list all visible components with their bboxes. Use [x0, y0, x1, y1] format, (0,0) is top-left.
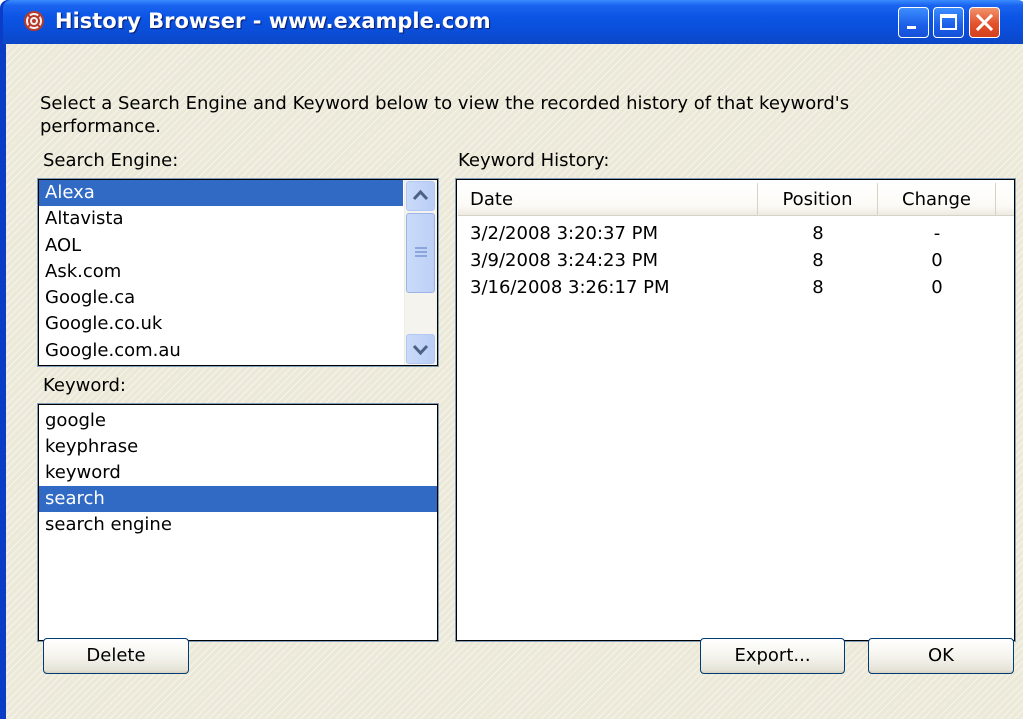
- scroll-down-icon: [412, 344, 429, 356]
- table-row[interactable]: 3/2/2008 3:20:37 PM 8 -: [457, 220, 1014, 247]
- close-button[interactable]: [969, 7, 1000, 38]
- search-engine-scrollbar[interactable]: [404, 180, 437, 365]
- keyword-item[interactable]: search: [39, 486, 437, 512]
- cell-position: 8: [812, 250, 824, 271]
- scroll-grip-icon: [415, 247, 427, 259]
- maximize-icon: [940, 14, 957, 30]
- keyword-list[interactable]: google keyphrase keyword search search e…: [37, 403, 439, 642]
- column-header-change[interactable]: Change: [878, 183, 996, 216]
- search-engine-label: Search Engine:: [43, 150, 179, 171]
- search-engine-item[interactable]: Google.co.uk: [39, 311, 403, 337]
- ok-button[interactable]: OK: [868, 638, 1014, 674]
- cell-change: -: [933, 223, 941, 244]
- cell-position: 8: [812, 223, 824, 244]
- minimize-icon: [907, 26, 916, 29]
- minimize-button[interactable]: [898, 7, 929, 38]
- keyword-history-table[interactable]: Date Position Change 3/2/2008 3:20:37 PM…: [455, 178, 1016, 642]
- search-engine-item[interactable]: Google.ca: [39, 285, 403, 311]
- cell-date: 3/9/2008 3:24:23 PM: [470, 250, 659, 271]
- keyword-item[interactable]: keyword: [39, 460, 437, 486]
- cell-date: 3/16/2008 3:26:17 PM: [470, 277, 670, 298]
- keyword-history-label: Keyword History:: [458, 150, 610, 171]
- export-button[interactable]: Export...: [700, 638, 845, 674]
- scroll-thumb[interactable]: [406, 213, 435, 293]
- window-title: History Browser - www.example.com: [55, 9, 491, 33]
- search-engine-item[interactable]: Ask.com: [39, 259, 403, 285]
- column-header-position[interactable]: Position: [758, 183, 878, 216]
- column-header-filler: [996, 183, 1014, 216]
- close-icon: [975, 13, 994, 32]
- cell-change: 0: [931, 277, 943, 298]
- keyword-item[interactable]: keyphrase: [39, 434, 437, 460]
- table-row[interactable]: 3/9/2008 3:24:23 PM 8 0: [457, 247, 1014, 274]
- scroll-up-icon: [412, 189, 429, 201]
- cell-date: 3/2/2008 3:20:37 PM: [470, 223, 659, 244]
- scroll-down-button[interactable]: [406, 334, 435, 364]
- keyword-label: Keyword:: [43, 375, 126, 396]
- title-bar[interactable]: History Browser - www.example.com: [3, 0, 1023, 44]
- cell-position: 8: [812, 277, 824, 298]
- keyword-item[interactable]: google: [39, 408, 437, 434]
- delete-button[interactable]: Delete: [43, 638, 189, 674]
- search-engine-item[interactable]: AOL: [39, 233, 403, 259]
- search-engine-list[interactable]: Alexa Altavista AOL Ask.com Google.ca Go…: [37, 178, 439, 367]
- dialog-body: Select a Search Engine and Keyword below…: [6, 44, 1023, 719]
- app-icon: [24, 11, 44, 31]
- cell-change: 0: [931, 250, 943, 271]
- keyword-item[interactable]: search engine: [39, 512, 437, 538]
- table-row[interactable]: 3/16/2008 3:26:17 PM 8 0: [457, 274, 1014, 301]
- header-divider: [458, 215, 1014, 216]
- intro-text: Select a Search Engine and Keyword below…: [40, 93, 850, 137]
- column-header-date[interactable]: Date: [458, 183, 758, 216]
- search-engine-item[interactable]: Altavista: [39, 206, 403, 232]
- history-browser-window: History Browser - www.example.com Select…: [0, 0, 1023, 719]
- scroll-up-button[interactable]: [406, 181, 435, 211]
- search-engine-item[interactable]: Alexa: [39, 180, 403, 207]
- maximize-button[interactable]: [933, 7, 964, 38]
- search-engine-item[interactable]: Google.com.au: [39, 338, 403, 364]
